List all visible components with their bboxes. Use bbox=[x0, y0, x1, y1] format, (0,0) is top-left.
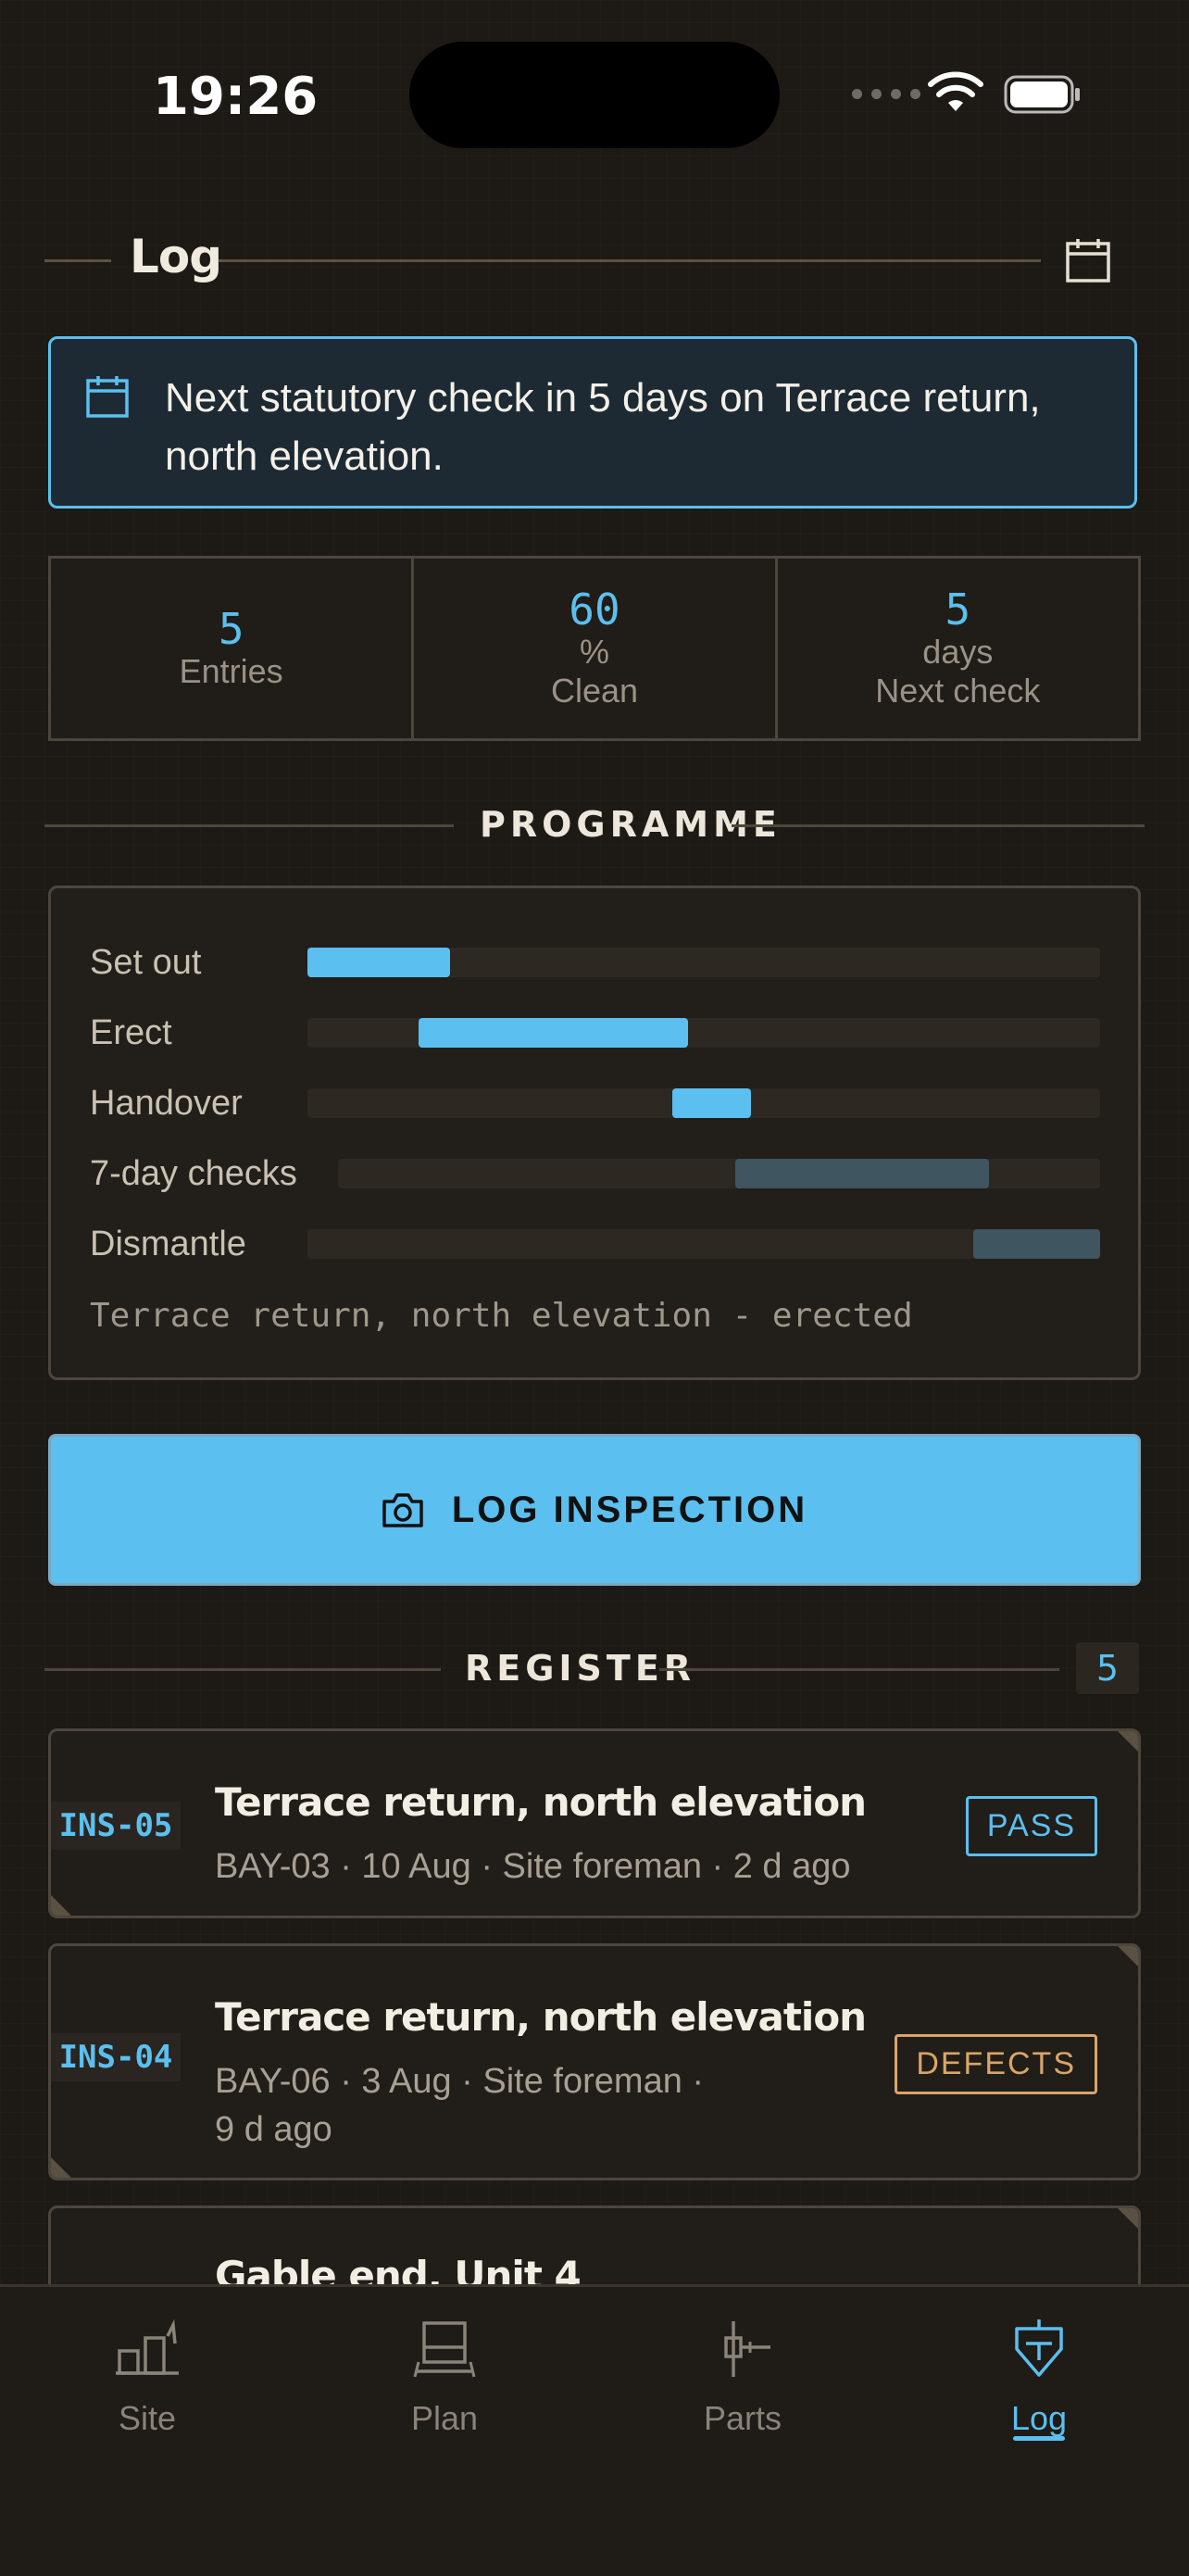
stat-entries: 5 Entries bbox=[51, 559, 415, 738]
camera-icon bbox=[382, 1493, 423, 1527]
programme-footer: Terrace return, north elevation - erecte… bbox=[90, 1297, 913, 1335]
status-badge-pass: PASS bbox=[965, 1796, 1097, 1856]
entry-meta: BAY-06 · 3 Aug · Site foreman · bbox=[215, 2062, 705, 2101]
tab-label: Log bbox=[1010, 2399, 1068, 2437]
stat-label: Clean bbox=[550, 672, 639, 710]
corner-mark bbox=[1118, 2208, 1138, 2229]
battery-icon bbox=[1004, 75, 1080, 114]
programme-rule-left bbox=[44, 824, 454, 827]
tab-site[interactable]: Site bbox=[55, 2316, 240, 2438]
corner-mark bbox=[1118, 1731, 1138, 1752]
log-inspection-label: LOG INSPECTION bbox=[451, 1489, 808, 1530]
entry-meta: 9 d ago bbox=[215, 2110, 332, 2149]
active-tab-indicator bbox=[1013, 2436, 1065, 2441]
programme-row-label: 7-day checks bbox=[90, 1154, 297, 1193]
stat-next-check: 5 days Next check bbox=[778, 559, 1138, 738]
wifi-icon bbox=[928, 71, 983, 111]
corner-mark bbox=[51, 1895, 71, 1916]
register-rule-right bbox=[659, 1668, 1059, 1671]
status-badge-defects: DEFECTS bbox=[895, 2034, 1097, 2094]
stat-unit: days bbox=[922, 633, 994, 671]
stat-label: Entries bbox=[179, 652, 283, 690]
entry-id: INS-04 bbox=[51, 2033, 181, 2081]
header-rule-right bbox=[219, 259, 1041, 262]
programme-row-label: Handover bbox=[90, 1084, 243, 1123]
site-icon bbox=[116, 2318, 179, 2375]
programme-bar-active bbox=[671, 1088, 752, 1118]
tab-log[interactable]: Log bbox=[946, 2316, 1132, 2438]
programme-bar-active bbox=[307, 948, 451, 977]
stat-value: 5 bbox=[945, 584, 971, 635]
dynamic-island bbox=[409, 42, 780, 148]
calendar-icon[interactable] bbox=[1065, 237, 1111, 283]
status-time: 19:26 bbox=[153, 67, 319, 127]
entry-meta: BAY-03 · 10 Aug · Site foreman · 2 d ago bbox=[215, 1847, 851, 1886]
programme-rule-right bbox=[732, 824, 1145, 827]
programme-bar-pending bbox=[973, 1229, 1100, 1259]
tab-label: Plan bbox=[410, 2399, 479, 2437]
programme-bar-pending bbox=[735, 1159, 990, 1188]
corner-mark bbox=[1118, 1946, 1138, 1967]
corner-mark bbox=[51, 2157, 71, 2178]
entry-id: INS-05 bbox=[51, 1802, 181, 1850]
stat-label: Next check bbox=[875, 672, 1041, 710]
page-title: Log bbox=[130, 230, 222, 283]
log-inspection-button[interactable]: LOG INSPECTION bbox=[48, 1434, 1141, 1586]
register-rule-left bbox=[44, 1668, 441, 1671]
alert-text: Next statutory check in 5 days on Terrac… bbox=[165, 375, 1041, 479]
programme-bar-active bbox=[418, 1018, 688, 1048]
signal-icon bbox=[852, 89, 920, 99]
register-entry[interactable]: INS-04 Terrace return, north elevation B… bbox=[48, 1943, 1141, 2180]
entry-title: Terrace return, north elevation bbox=[215, 1994, 867, 2040]
stat-clean: 60 % Clean bbox=[414, 559, 778, 738]
stat-value: 5 bbox=[218, 604, 244, 654]
stat-value: 60 bbox=[569, 584, 620, 635]
tab-plan[interactable]: Plan bbox=[352, 2316, 537, 2438]
register-count-badge: 5 bbox=[1076, 1642, 1139, 1694]
log-icon bbox=[1015, 2319, 1063, 2377]
tab-parts[interactable]: Parts bbox=[650, 2316, 835, 2438]
programme-row-label: Erect bbox=[90, 1013, 172, 1052]
programme-row-label: Set out bbox=[90, 943, 202, 982]
plan-icon bbox=[413, 2321, 476, 2378]
calendar-alert-icon bbox=[86, 376, 129, 418]
entry-title: Terrace return, north elevation bbox=[215, 1779, 867, 1825]
header-rule-left bbox=[44, 259, 111, 262]
parts-icon bbox=[724, 2321, 770, 2377]
programme-row-label: Dismantle bbox=[90, 1225, 246, 1263]
tab-label: Parts bbox=[703, 2399, 782, 2437]
stat-unit: % bbox=[579, 633, 609, 671]
tab-label: Site bbox=[118, 2399, 177, 2437]
stats-panel: 5 Entries 60 % Clean 5 days Next check bbox=[48, 556, 1141, 741]
register-entry[interactable]: INS-05 Terrace return, north elevation B… bbox=[48, 1728, 1141, 1918]
